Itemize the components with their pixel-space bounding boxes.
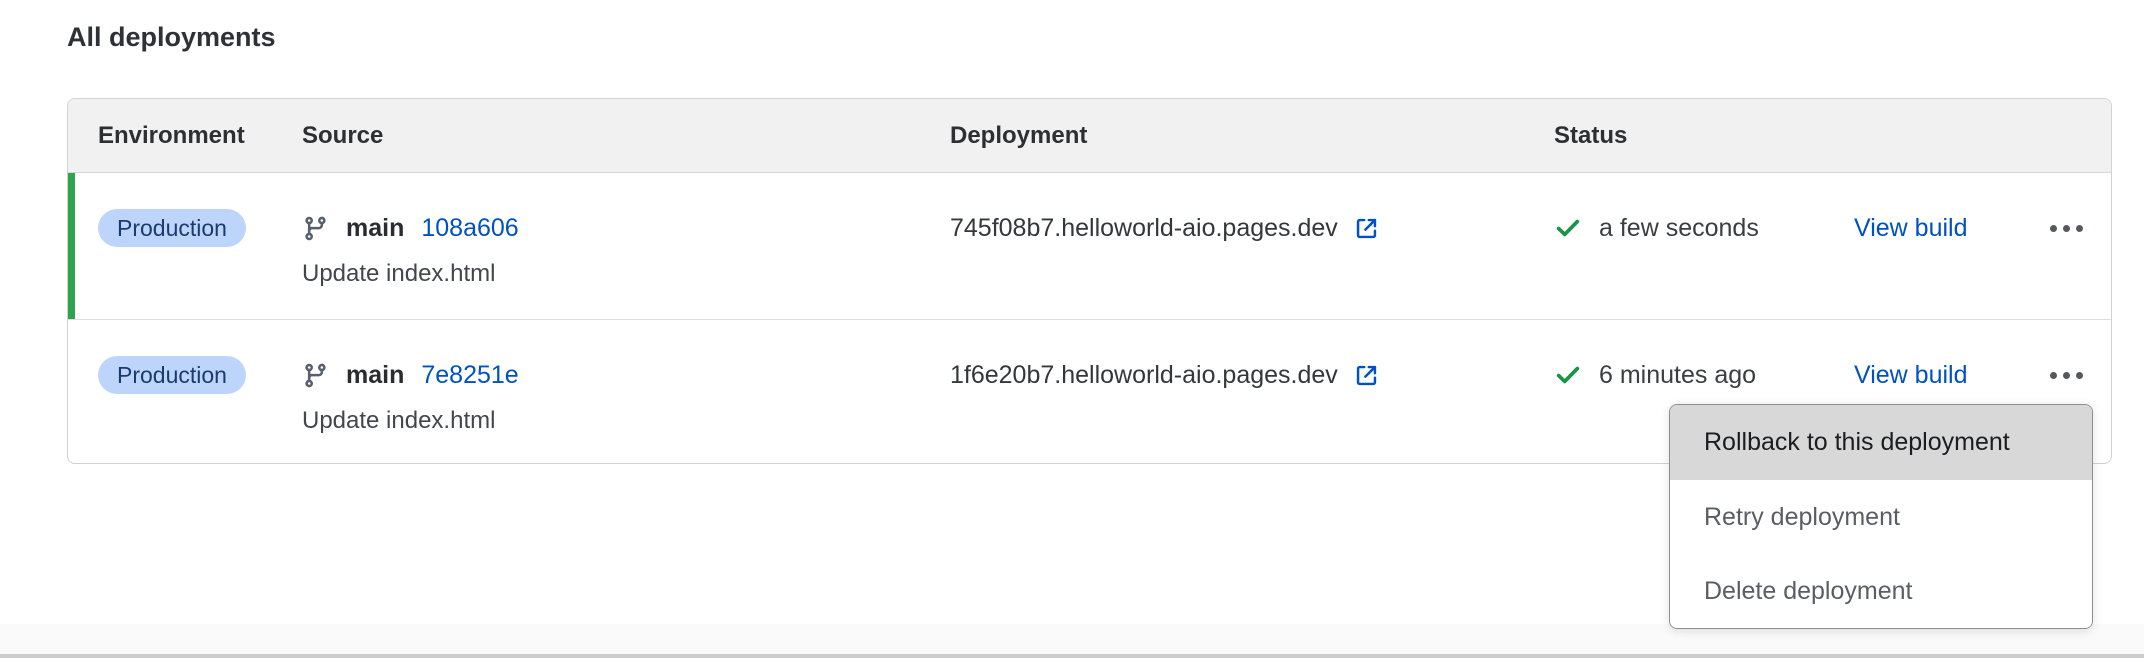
view-build-link[interactable]: View build [1854,214,1968,243]
status-time: a few seconds [1599,214,1759,243]
table-header-row: Environment Source Deployment Status [68,99,2111,173]
status-cell: 6 minutes ago [1554,356,1854,394]
external-link-icon[interactable] [1353,362,1380,389]
column-header-deployment: Deployment [950,122,1554,150]
section-divider-line [0,654,2144,658]
commit-message: Update index.html [302,260,950,288]
page-title: All deployments [67,22,276,53]
branch-name: main [346,361,404,390]
source-cell: main 7e8251e Update index.html [302,356,950,463]
branch-name: main [346,214,404,243]
check-icon [1554,361,1582,389]
ellipsis-icon[interactable] [2046,217,2087,240]
environment-cell: Production [68,356,302,463]
column-header-status: Status [1554,122,1854,150]
menu-item-delete[interactable]: Delete deployment [1670,554,2092,628]
view-build-cell: View build [1854,356,2021,394]
view-build-cell: View build [1854,209,2021,247]
deployment-url: 745f08b7.helloworld-aio.pages.dev [950,214,1338,243]
external-link-icon[interactable] [1353,215,1380,242]
column-header-environment: Environment [68,122,302,150]
deployment-cell: 745f08b7.helloworld-aio.pages.dev [950,209,1554,247]
check-icon [1554,214,1582,242]
status-cell: a few seconds [1554,209,1854,247]
git-branch-icon [302,215,329,242]
menu-item-retry[interactable]: Retry deployment [1670,480,2092,554]
menu-item-rollback[interactable]: Rollback to this deployment [1670,405,2092,480]
environment-badge: Production [98,209,246,247]
deployment-context-menu: Rollback to this deployment Retry deploy… [1669,404,2093,629]
row-menu-cell [2021,209,2111,247]
commit-hash-link[interactable]: 7e8251e [421,361,518,390]
column-header-source: Source [302,122,950,150]
environment-badge: Production [98,356,246,394]
current-deployment-indicator [68,173,75,319]
deployment-cell: 1f6e20b7.helloworld-aio.pages.dev [950,356,1554,394]
source-cell: main 108a606 Update index.html [302,209,950,319]
deployment-url: 1f6e20b7.helloworld-aio.pages.dev [950,361,1338,390]
environment-cell: Production [68,209,302,319]
row-menu-cell [2021,356,2111,394]
table-row: Production main 108a606 Update index.htm… [68,173,2111,320]
commit-message: Update index.html [302,407,950,435]
view-build-link[interactable]: View build [1854,361,1968,390]
git-branch-icon [302,362,329,389]
commit-hash-link[interactable]: 108a606 [421,214,518,243]
ellipsis-icon[interactable] [2046,364,2087,387]
status-time: 6 minutes ago [1599,361,1756,390]
